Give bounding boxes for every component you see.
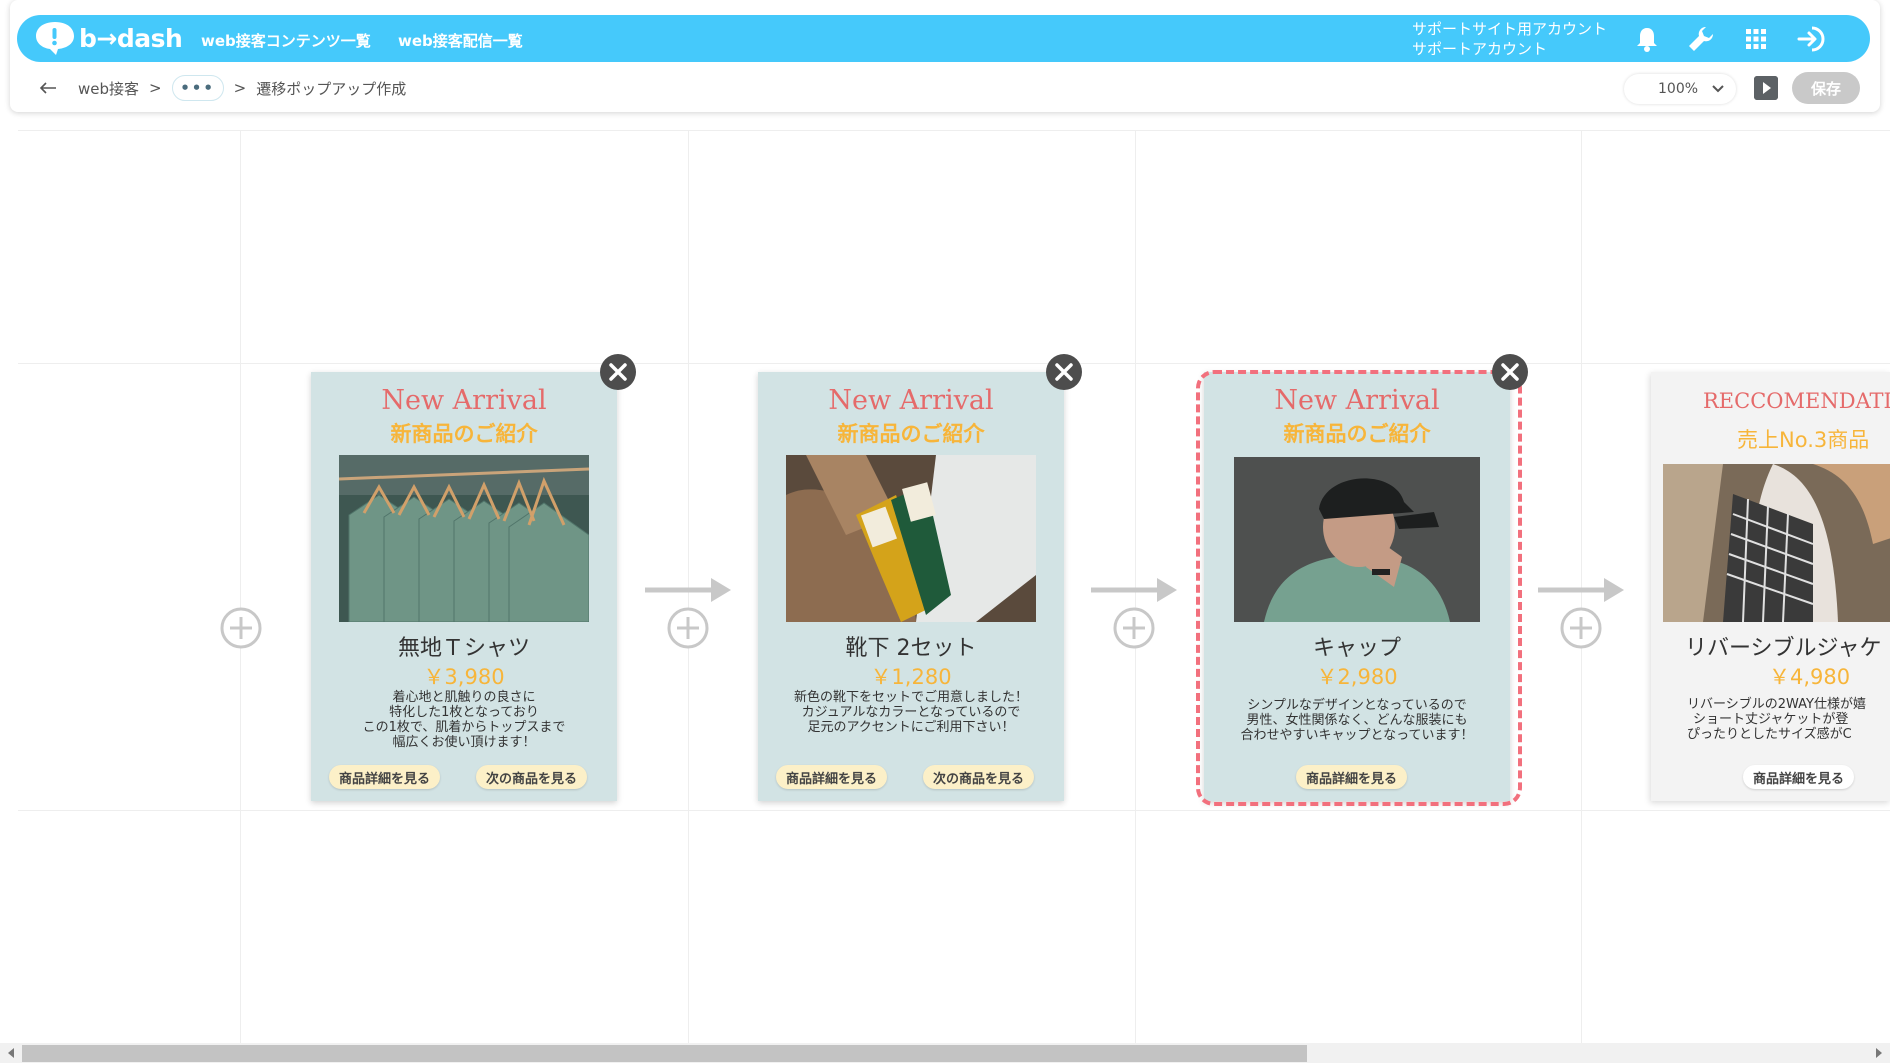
breadcrumb-web-service[interactable]: web接客 (78, 78, 139, 99)
popup-card-socks[interactable]: New Arrival 新商品のご紹介 靴下 2セット ￥1,280 新色の靴下… (758, 372, 1064, 801)
card-subheading: 新商品のご紹介 (837, 422, 985, 446)
account-line-1: サポートサイト用アカウント (1412, 20, 1608, 38)
breadcrumb: web接客 > ••• > 遷移ポップアップ作成 (38, 75, 407, 101)
card-subheading: 新商品のご紹介 (390, 422, 538, 446)
nav-delivery-list[interactable]: web接客配信一覧 (398, 30, 523, 51)
logo[interactable]: b→dash (34, 20, 183, 56)
chevron-down-icon (1712, 85, 1724, 93)
desc-line: リバーシブルの2WAY仕様が嬉 (1687, 697, 1866, 712)
detail-button[interactable]: 商品詳細を見る (1296, 765, 1408, 789)
grid-line (18, 363, 1890, 364)
desc-line: 男性、女性関係なく、どんな服装にも (1246, 713, 1468, 728)
add-step-button[interactable] (1112, 606, 1156, 650)
popup-card-cap[interactable]: New Arrival 新商品のご紹介 キャップ ￥2,980 シンプルなデザイ… (1204, 372, 1510, 801)
back-arrow-icon[interactable] (38, 80, 58, 96)
product-price: ￥2,980 (1316, 665, 1398, 689)
close-icon[interactable] (1045, 353, 1083, 391)
scroll-right-icon[interactable] (1874, 1047, 1884, 1059)
card-heading: New Arrival (1274, 385, 1440, 416)
next-product-button[interactable]: 次の商品を見る (923, 765, 1035, 789)
add-step-button[interactable] (666, 606, 710, 650)
desc-line: 足元のアクセントにご利用下さい！ (807, 720, 1015, 735)
close-icon[interactable] (599, 353, 637, 391)
breadcrumb-separator: > (149, 79, 162, 97)
add-step-button[interactable] (219, 606, 263, 650)
detail-button[interactable]: 商品詳細を見る (776, 765, 888, 789)
logout-icon[interactable] (1795, 23, 1827, 55)
product-description: 着心地と肌触りの良さに 特化した1枚となっており この1枚で、肌着からトップスま… (321, 690, 607, 750)
product-price: ￥1,280 (870, 665, 952, 689)
product-price: ￥4,980 (1769, 665, 1851, 689)
card-subheading: 新商品のご紹介 (1283, 422, 1431, 446)
wrench-icon[interactable] (1685, 23, 1717, 55)
preview-play-button[interactable] (1754, 76, 1778, 100)
account-info[interactable]: サポートサイト用アカウント サポートアカウント (1412, 19, 1607, 59)
card-heading: RECCOMENDATIO (1703, 389, 1890, 413)
next-product-button[interactable]: 次の商品を見る (476, 765, 588, 789)
breadcrumb-ellipsis-button[interactable]: ••• (171, 75, 224, 101)
flow-arrow-icon (1091, 578, 1177, 602)
add-step-button[interactable] (1559, 606, 1603, 650)
card-heading: New Arrival (828, 385, 994, 416)
grid-line (240, 131, 241, 1045)
breadcrumb-current: 遷移ポップアップ作成 (256, 79, 407, 98)
nav-content-list[interactable]: web接客コンテンツ一覧 (201, 30, 371, 51)
account-line-2: サポートアカウント (1412, 40, 1548, 58)
card-heading: New Arrival (381, 385, 547, 416)
desc-line: カジュアルなカラーとなっているので (801, 705, 1021, 720)
flow-arrow-icon (1538, 578, 1624, 602)
product-name: 無地Ｔシャツ (397, 636, 530, 661)
zoom-value: 100% (1658, 81, 1699, 97)
close-icon[interactable] (1491, 353, 1529, 391)
product-image-jacket (1663, 464, 1890, 622)
product-name: 靴下 2セット (845, 636, 977, 661)
card-subheading: 売上No.3商品 (1737, 428, 1870, 452)
desc-line: 着心地と肌触りの良さに (392, 690, 536, 705)
product-image-tshirt (339, 455, 589, 622)
desc-line: この1枚で、肌着からトップスまで (362, 720, 566, 735)
product-description: シンプルなデザインとなっているので 男性、女性関係なく、どんな服装にも 合わせや… (1214, 698, 1500, 743)
grid-line (18, 810, 1890, 811)
desc-line: 特化した1枚となっており (389, 705, 539, 720)
desc-line: 幅広くお使い頂けます！ (392, 735, 536, 750)
product-image-cap (1234, 457, 1480, 622)
product-name: キャップ (1312, 636, 1401, 661)
app-header: b→dash web接客コンテンツ一覧 web接客配信一覧 サポートサイト用アカ… (17, 15, 1870, 62)
desc-line: 合わせやすいキャップとなっています！ (1240, 728, 1474, 743)
scroll-left-icon[interactable] (6, 1047, 16, 1059)
desc-line: シンプルなデザインとなっているので (1247, 698, 1467, 713)
grid-icon[interactable] (1740, 23, 1772, 55)
breadcrumb-separator: > (233, 79, 247, 97)
product-name: リバーシブルジャケ (1685, 636, 1882, 661)
save-button[interactable]: 保存 (1792, 72, 1860, 104)
desc-line: ぴったりとしたサイズ感がC (1687, 727, 1852, 742)
product-image-socks (786, 455, 1036, 622)
logo-text: b→dash (79, 23, 183, 53)
popup-card-jacket[interactable]: RECCOMENDATIO 売上No.3商品 リバーシブルジャケ ￥4,980 … (1651, 372, 1890, 801)
product-description: 新色の靴下をセットでご用意しました！ カジュアルなカラーとなっているので 足元の… (768, 690, 1054, 735)
detail-button[interactable]: 商品詳細を見る (1743, 765, 1855, 789)
bell-icon[interactable] (1631, 23, 1663, 55)
logo-icon (36, 22, 74, 55)
detail-button[interactable]: 商品詳細を見る (329, 765, 441, 789)
product-price: ￥3,980 (423, 665, 505, 689)
scrollbar-thumb[interactable] (22, 1045, 1307, 1062)
popup-card-tshirt[interactable]: New Arrival 新商品のご紹介 無地Ｔシャツ ￥3,980 着心地と肌触… (311, 372, 617, 801)
flow-arrow-icon (645, 578, 731, 602)
desc-line: ショート丈ジャケットが登 (1693, 712, 1849, 727)
product-description: リバーシブルの2WAY仕様が嬉 ショート丈ジャケットが登 ぴったりとしたサイズ感… (1687, 697, 1866, 742)
desc-line: 新色の靴下をセットでご用意しました！ (793, 690, 1028, 705)
zoom-select[interactable]: 100% (1624, 74, 1736, 104)
